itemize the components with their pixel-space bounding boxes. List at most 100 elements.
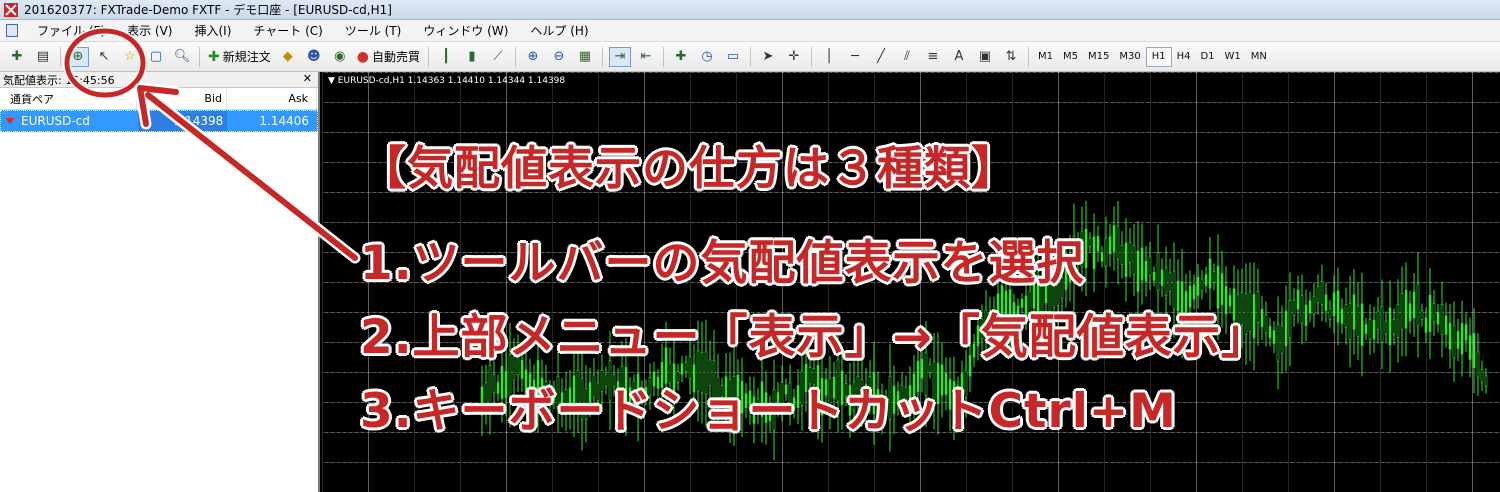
candle <box>1456 318 1460 361</box>
indicators-icon[interactable]: ✚ <box>670 47 692 67</box>
close-icon[interactable]: ✕ <box>303 72 312 85</box>
candle <box>1440 281 1444 358</box>
candle <box>1404 262 1408 357</box>
candle <box>1288 272 1292 366</box>
candle <box>1348 275 1352 368</box>
candle <box>1276 296 1280 390</box>
zoom-out-icon[interactable]: ⊖ <box>548 47 570 67</box>
timeframe-m30[interactable]: M30 <box>1114 47 1145 67</box>
menu-window[interactable]: ウィンドウ (W) <box>412 22 519 39</box>
bar-chart-icon[interactable]: ┃ <box>435 47 457 67</box>
chart-shift-icon[interactable]: ⇤ <box>635 47 657 67</box>
new-chart-icon[interactable]: ✚ <box>6 47 28 67</box>
candle <box>1100 246 1104 268</box>
annotation-heading: 【気配値表示の仕方は３種類】 <box>360 141 1018 195</box>
candle <box>1400 266 1404 357</box>
annotation-step-2: 2.上部メニュー「表示」→「気配値表示」 <box>360 310 1269 365</box>
equidistant-channel-icon[interactable]: ⫽ <box>896 47 918 67</box>
symbol-name: EURUSD-cd <box>21 114 90 128</box>
community-icon[interactable]: ☻ <box>303 47 325 67</box>
price-down-icon <box>5 118 15 124</box>
timeframe-h4[interactable]: H4 <box>1172 47 1196 67</box>
strategy-tester-icon[interactable]: 🔍︎ <box>171 47 193 67</box>
ask-cell: 1.14406 <box>259 114 310 128</box>
terminal-icon[interactable]: ▢ <box>145 47 167 67</box>
cursor-icon[interactable]: ➤ <box>757 47 779 67</box>
timeframe-w1[interactable]: W1 <box>1220 47 1246 67</box>
candle <box>1380 279 1384 370</box>
timeframe-m1[interactable]: M1 <box>1033 47 1058 67</box>
menu-view[interactable]: 表示 (V) <box>116 22 183 39</box>
table-row[interactable]: EURUSD-cd 1.14398 1.14406 <box>0 110 318 132</box>
candle <box>1336 267 1340 346</box>
candle <box>1416 252 1420 358</box>
toolbar-separator <box>514 46 516 67</box>
candle <box>1124 218 1128 302</box>
text-label-icon[interactable]: ▣ <box>974 47 996 67</box>
candle <box>1284 285 1288 372</box>
market-watch-icon[interactable]: ⊕ <box>67 46 89 67</box>
timeframe-mn[interactable]: MN <box>1246 47 1272 67</box>
candle <box>1384 311 1388 344</box>
candle <box>1268 317 1272 347</box>
menu-help[interactable]: ヘルプ (H) <box>519 22 599 39</box>
tile-windows-icon[interactable]: ▦ <box>574 47 596 67</box>
trendline-icon[interactable]: ╱ <box>870 47 892 67</box>
candle <box>1120 231 1124 279</box>
auto-trading-icon: ● <box>356 48 369 65</box>
menu-chart[interactable]: チャート (C) <box>242 22 333 39</box>
data-window-icon[interactable]: ↖ <box>93 47 115 67</box>
navigator-icon[interactable]: ☆ <box>119 47 141 67</box>
candle <box>1344 287 1348 345</box>
column-header-bid[interactable]: Bid <box>137 88 227 109</box>
column-header-ask[interactable]: Ask <box>227 88 317 109</box>
candle <box>1128 228 1132 278</box>
document-icon[interactable] <box>6 24 18 37</box>
crosshair-icon[interactable]: ✛ <box>783 47 805 67</box>
timeframe-h1[interactable]: H1 <box>1145 46 1172 67</box>
templates-icon[interactable]: ▭ <box>722 47 744 67</box>
candle <box>1104 216 1108 288</box>
candle <box>1376 296 1380 344</box>
vertical-line-icon[interactable]: │ <box>818 47 840 67</box>
candle <box>1144 245 1148 297</box>
window-title: 201620377: FXTrade-Demo FXTF - デモ口座 - [E… <box>24 3 392 17</box>
timeframe-d1[interactable]: D1 <box>1195 47 1219 67</box>
candlestick-icon[interactable]: ▮ <box>461 47 483 67</box>
toolbar-separator <box>60 46 61 67</box>
timeframe-m15[interactable]: M15 <box>1083 47 1114 67</box>
new-order-label: 新規注文 <box>222 50 271 64</box>
bid-cell: 1.14398 <box>137 111 228 131</box>
candle <box>1408 290 1412 334</box>
menu-insert[interactable]: 挿入(I) <box>183 22 242 39</box>
horizontal-line-icon[interactable]: ─ <box>844 47 866 67</box>
toolbar-separator <box>810 46 812 67</box>
candle <box>1452 301 1456 383</box>
metaeditor-icon[interactable]: ◆ <box>277 47 299 67</box>
fibonacci-icon[interactable]: ≡ <box>922 47 944 67</box>
menu-tools[interactable]: ツール (T) <box>334 22 413 39</box>
candle <box>1340 298 1344 334</box>
profiles-icon[interactable]: ▤ <box>32 47 54 67</box>
candle <box>1480 360 1484 392</box>
candle <box>1332 275 1336 334</box>
zoom-in-icon[interactable]: ⊕ <box>522 47 544 67</box>
candle <box>1140 223 1144 305</box>
timeframe-m5[interactable]: M5 <box>1058 47 1083 67</box>
candle <box>1396 279 1400 363</box>
candle <box>1300 274 1304 345</box>
candle <box>1356 282 1360 361</box>
column-header-symbol[interactable]: 通貨ペア <box>0 88 137 109</box>
auto-scroll-icon[interactable]: ⇥ <box>608 46 631 67</box>
menu-file[interactable]: ファイル (F) <box>26 22 116 39</box>
signals-icon[interactable]: ◉ <box>329 47 351 67</box>
chart-arrow-icon: ▼ <box>328 76 338 86</box>
text-tool-icon[interactable]: A <box>948 47 970 67</box>
new-order-button[interactable]: ✚ 新規注文 <box>208 48 271 65</box>
periods-icon[interactable]: ◷ <box>696 47 718 67</box>
toolbar-separator <box>427 46 429 67</box>
auto-trading-button[interactable]: ● 自動売買 <box>357 48 420 65</box>
line-chart-icon[interactable]: ⟋ <box>487 47 509 67</box>
arrows-icon[interactable]: ⇅ <box>1000 47 1022 67</box>
candle <box>1092 213 1096 293</box>
